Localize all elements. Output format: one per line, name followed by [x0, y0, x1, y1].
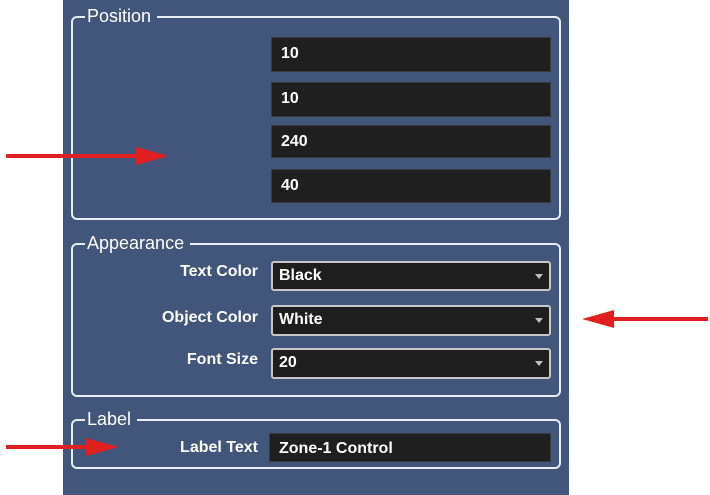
object-color-label: Object Color [161, 309, 258, 326]
font-size-label: Font Size [186, 351, 258, 368]
chevron-down-icon [535, 318, 543, 323]
arrow-right-icon [6, 438, 118, 456]
position-group-title: Position [85, 5, 158, 27]
text-color-value: Black [279, 267, 322, 284]
text-color-select[interactable]: Black [271, 261, 551, 291]
y-field[interactable]: 10 [271, 82, 551, 117]
height-field[interactable]: 40 [271, 169, 551, 203]
appearance-group-title: Appearance [85, 232, 191, 254]
arrow-left-icon [582, 310, 708, 328]
font-size-value: 20 [279, 354, 297, 371]
arrow-right-icon [6, 147, 168, 165]
chevron-down-icon [535, 274, 543, 279]
x-field[interactable]: 10 [271, 37, 551, 72]
properties-panel: Position X 10 Y 10 Width 240 Height 40 A… [63, 0, 569, 495]
font-size-select[interactable]: 20 [271, 348, 551, 379]
text-color-label: Text Color [180, 263, 258, 280]
object-color-select[interactable]: White [271, 305, 551, 336]
object-color-value: White [279, 311, 323, 328]
label-text-label: Label Text [180, 439, 258, 456]
width-field[interactable]: 240 [271, 125, 551, 158]
chevron-down-icon [535, 361, 543, 366]
label-text-field[interactable]: Zone-1 Control [269, 433, 551, 462]
label-group-title: Label [85, 408, 138, 430]
